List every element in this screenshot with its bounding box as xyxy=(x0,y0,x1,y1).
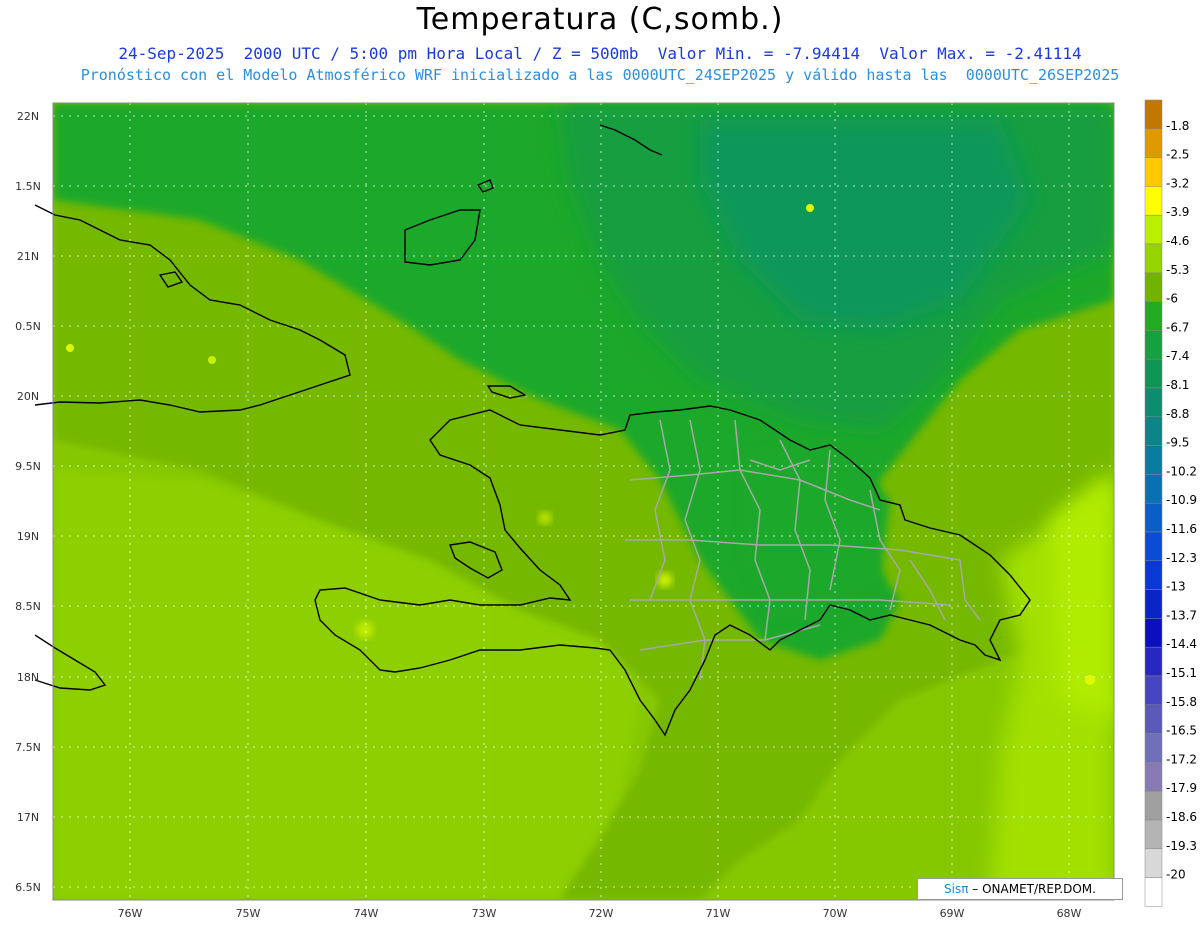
colorbar-label: -9.5 xyxy=(1166,436,1189,450)
colorbar-label: -16.5 xyxy=(1166,724,1197,738)
lat-label: 17N xyxy=(17,811,39,824)
colorbar-label: -2.5 xyxy=(1166,148,1189,162)
colorbar-swatch xyxy=(1144,272,1163,302)
colorbar-swatch xyxy=(1144,243,1163,274)
colorbar-label: -8.1 xyxy=(1166,378,1189,392)
colorbar-label: -8.8 xyxy=(1166,407,1189,421)
colorbar-label: -11.6 xyxy=(1166,522,1197,536)
colorbar-swatch xyxy=(1144,704,1163,734)
colorbar-swatch xyxy=(1144,675,1163,706)
colorbar-label: -17.2 xyxy=(1166,752,1197,766)
colorbar-label: -5.3 xyxy=(1166,263,1189,277)
colorbar-swatch xyxy=(1144,531,1163,562)
lat-label: 8.5N xyxy=(15,600,41,613)
colorbar-swatch xyxy=(1144,99,1163,130)
colorbar-label: -17.9 xyxy=(1166,781,1197,795)
lat-label: 6.5N xyxy=(15,881,41,894)
credit-text: – ONAMET/REP.DOM. xyxy=(968,882,1096,896)
colorbar-label: -1.8 xyxy=(1166,119,1189,133)
temperature-map: 22N 1.5N 21N 0.5N 20N 9.5N 19N 8.5N 18N … xyxy=(15,99,1197,920)
colorbar-label: -20 xyxy=(1166,868,1186,882)
colorbar-swatch xyxy=(1144,214,1163,245)
lon-label: 68W xyxy=(1057,907,1082,920)
colorbar-label: -15.1 xyxy=(1166,666,1197,680)
latitude-axis: 22N 1.5N 21N 0.5N 20N 9.5N 19N 8.5N 18N … xyxy=(15,110,41,894)
temperature-field xyxy=(53,103,1114,900)
map-title: Temperatura (C,somb.) xyxy=(416,2,784,37)
lat-label: 20N xyxy=(17,390,39,403)
colorbar-swatch xyxy=(1144,330,1163,360)
colorbar-label: -15.8 xyxy=(1166,695,1197,709)
lat-label: 22N xyxy=(17,110,39,123)
lat-label: 19N xyxy=(17,530,39,543)
colorbar-label: -18.6 xyxy=(1166,810,1197,824)
colorbar-swatch xyxy=(1144,618,1163,648)
lon-label: 74W xyxy=(354,907,379,920)
colorbar-swatch xyxy=(1144,589,1163,619)
lat-label: 9.5N xyxy=(15,460,41,473)
lon-label: 69W xyxy=(940,907,965,920)
colorbar-swatch xyxy=(1144,387,1163,418)
colorbar-swatch xyxy=(1144,301,1163,331)
lon-label: 76W xyxy=(118,907,143,920)
colorbar-swatch xyxy=(1144,445,1163,475)
colorbar-label: -10.2 xyxy=(1166,464,1197,478)
valid-time-line: 24-Sep-2025 2000 UTC / 5:00 pm Hora Loca… xyxy=(118,44,1082,63)
lat-label: 21N xyxy=(17,250,39,263)
colorbar-swatch xyxy=(1144,790,1163,821)
colorbar-swatch xyxy=(1144,646,1163,677)
colorbar-swatch xyxy=(1144,474,1163,504)
colorbar-label: -19.3 xyxy=(1166,839,1197,853)
colorbar-label: -4.6 xyxy=(1166,234,1189,248)
lat-label: 1.5N xyxy=(15,180,41,193)
colorbar-label: -13 xyxy=(1166,580,1186,594)
credit-box: Sisπ – ONAMET/REP.DOM. xyxy=(917,878,1123,900)
lon-label: 73W xyxy=(472,907,497,920)
lon-label: 75W xyxy=(236,907,261,920)
colorbar-swatch xyxy=(1144,416,1163,446)
colorbar-swatch xyxy=(1144,762,1163,792)
colorbar-label: -10.9 xyxy=(1166,493,1197,507)
lat-label: 7.5N xyxy=(15,741,41,754)
lon-label: 71W xyxy=(706,907,731,920)
lat-label: 0.5N xyxy=(15,320,41,333)
lon-label: 72W xyxy=(589,907,614,920)
colorbar-swatch xyxy=(1144,358,1163,389)
longitude-axis: 76W 75W 74W 73W 72W 71W 70W 69W 68W xyxy=(118,907,1082,920)
colorbar-label: -12.3 xyxy=(1166,551,1197,565)
colorbar-label: -3.9 xyxy=(1166,205,1189,219)
colorbar-label: -14.4 xyxy=(1166,637,1197,651)
lon-label: 70W xyxy=(823,907,848,920)
colorbar-label: -3.2 xyxy=(1166,176,1189,190)
colorbar-label: -7.4 xyxy=(1166,349,1189,363)
colorbar-swatch xyxy=(1144,128,1163,158)
model-info-line: Pronóstico con el Modelo Atmosférico WRF… xyxy=(80,66,1120,84)
colorbar-swatch xyxy=(1144,877,1163,907)
colorbar-label: -13.7 xyxy=(1166,608,1197,622)
colorbar-swatch xyxy=(1144,186,1163,216)
colorbar-swatch xyxy=(1144,733,1163,763)
colorbar-label: -6.7 xyxy=(1166,320,1189,334)
colorbar-swatch xyxy=(1144,560,1163,590)
sispi-logo: Sisπ xyxy=(944,882,969,896)
colorbar-legend: -1.8 -2.5 -3.2 -3.9 -4.6 -5.3 -6 -6.7 -7.4 -8.1 -8… xyxy=(1144,99,1197,907)
colorbar-swatch xyxy=(1144,848,1163,878)
colorbar-label: -6 xyxy=(1166,292,1178,306)
colorbar-swatch xyxy=(1144,502,1163,533)
colorbar-swatch xyxy=(1144,819,1163,850)
lat-label: 18N xyxy=(17,671,39,684)
colorbar-swatch xyxy=(1144,157,1163,187)
